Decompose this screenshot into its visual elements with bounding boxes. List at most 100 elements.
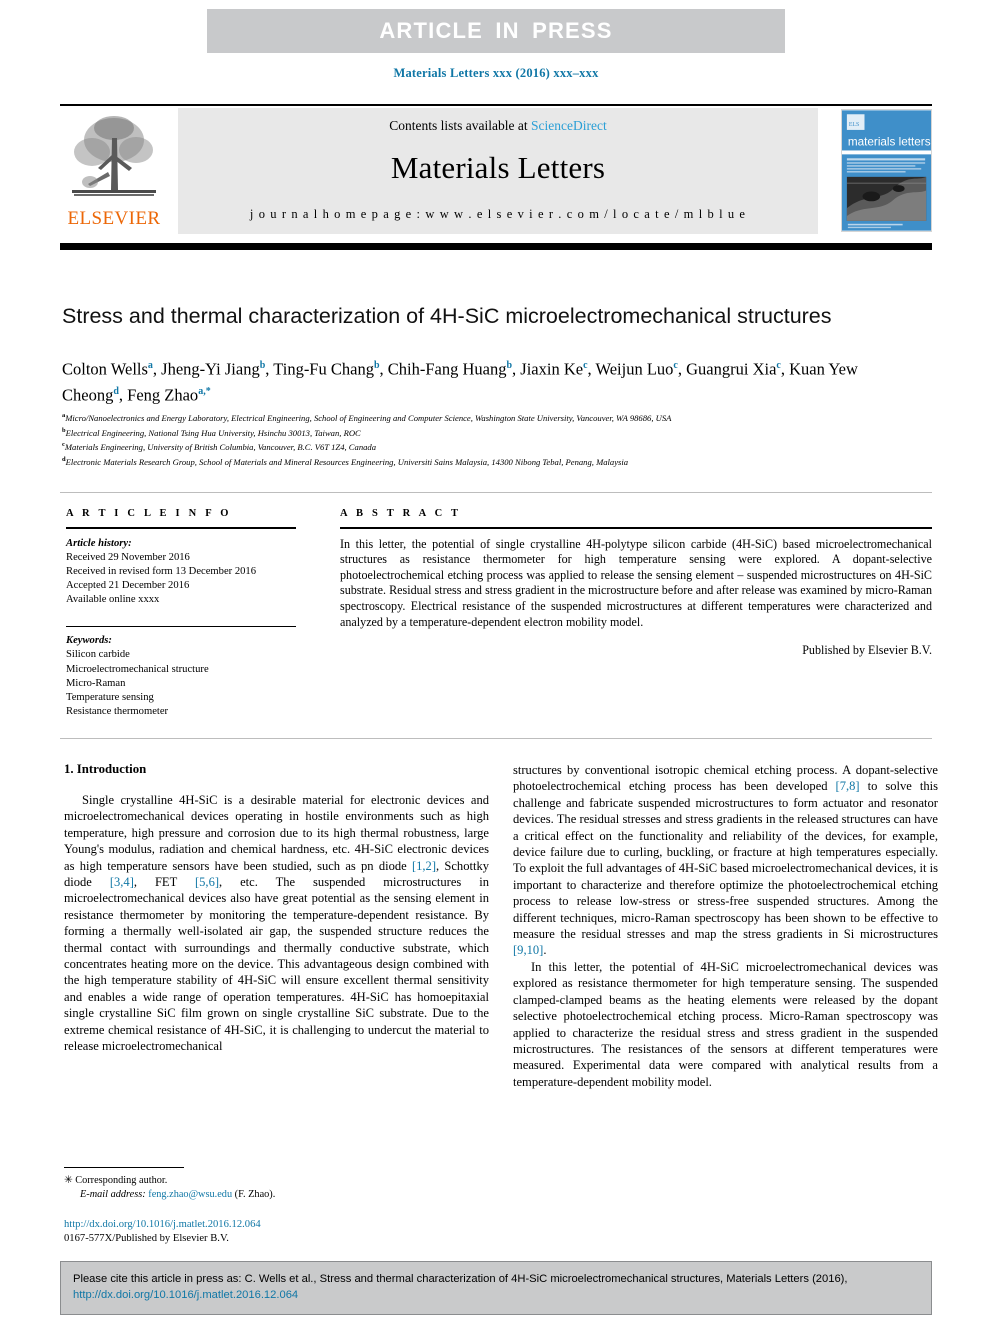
affiliation-item: dElectronic Materials Research Group, Sc…: [62, 454, 932, 469]
author-affiliation-marker: c: [673, 360, 678, 371]
author-affiliation-marker: a,*: [198, 385, 211, 397]
cover-artwork: ELS materials letters: [842, 110, 931, 231]
affiliation-text: Electrical Engineering, National Tsing H…: [65, 427, 361, 438]
affiliation-text: Electronic Materials Research Group, Sch…: [65, 456, 629, 467]
corresponding-author-line: ✳ Corresponding author.: [64, 1174, 489, 1188]
affiliation-text: Micro/Nanoelectronics and Energy Laborat…: [65, 412, 672, 423]
keywords-block: Keywords: Silicon carbide Microelectrome…: [66, 634, 296, 719]
article-info-column: A R T I C L E I N F O Article history: R…: [66, 508, 296, 719]
affiliation-text: Materials Engineering, University of Bri…: [64, 442, 377, 453]
svg-text:materials letters: materials letters: [848, 136, 931, 149]
citation-ref-3-4[interactable]: [3,4]: [110, 875, 134, 889]
keywords-rule: [66, 625, 296, 628]
contents-available-line: Contents lists available at ScienceDirec…: [178, 118, 818, 134]
email-line: E-mail address: feng.zhao@wsu.edu (F. Zh…: [64, 1188, 489, 1202]
author-affiliation-marker: b: [373, 360, 380, 371]
author-name: Ting-Fu Chang: [273, 359, 374, 379]
author-affiliation-marker: b: [506, 360, 513, 371]
body-column-right: structures by conventional isotropic che…: [513, 762, 938, 1090]
contents-prefix: Contents lists available at: [389, 118, 531, 133]
journal-cover-thumbnail: ELS materials letters: [841, 109, 932, 232]
keyword-item: Microelectromechanical structure: [66, 663, 209, 675]
article-in-press-banner: ARTICLE IN PRESS: [207, 9, 785, 53]
abstract-column: A B S T R A C T In this letter, the pote…: [340, 508, 932, 658]
journal-title: Materials Letters: [390, 150, 606, 185]
body-column-left: 1. Introduction Single crystalline 4H-Si…: [64, 762, 489, 1055]
author-affiliation-marker: d: [113, 385, 119, 397]
abstract-rule: [340, 527, 932, 529]
citation-ref-7-8[interactable]: [7,8]: [836, 779, 860, 793]
paragraph-intro-right-continued: structures by conventional isotropic che…: [513, 762, 938, 959]
doi-block: http://dx.doi.org/10.1016/j.matlet.2016.…: [64, 1218, 489, 1245]
paragraph-text: , FET: [133, 875, 195, 890]
section-heading-introduction: 1. Introduction: [64, 762, 147, 776]
affiliation-list: aMicro/Nanoelectronics and Energy Labora…: [62, 410, 932, 469]
paragraph-intro-left: Single crystalline 4H-SiC is a desirable…: [64, 792, 489, 1055]
asterisk-icon: ✳: [64, 1175, 73, 1186]
paragraph-text: .: [543, 943, 547, 958]
author-name: Feng Zhao: [127, 385, 199, 404]
author-affiliation-marker: c: [583, 360, 588, 371]
corresponding-author-email[interactable]: feng.zhao@wsu.edu: [148, 1189, 232, 1200]
keyword-item: Resistance thermometer: [66, 706, 169, 718]
cite-doi-link[interactable]: http://dx.doi.org/10.1016/j.matlet.2016.…: [73, 1289, 298, 1301]
history-item: Accepted 21 December 2016: [66, 580, 190, 592]
citation-ref-9-10[interactable]: [9,10]: [513, 943, 543, 957]
article-history-block: Article history: Received 29 November 20…: [66, 537, 296, 608]
author-name: Colton Wells: [62, 359, 148, 379]
info-band-top-rule: [60, 492, 932, 493]
affiliation-item: cMaterials Engineering, University of Br…: [62, 439, 932, 454]
history-item: Available online xxxx: [66, 594, 160, 606]
issn-copyright-line: 0167-577X/Published by Elsevier B.V.: [64, 1232, 229, 1244]
abstract-text: In this letter, the potential of single …: [340, 536, 932, 629]
author-list: Colton Wellsa, Jheng-Yi Jiangb, Ting-Fu …: [62, 359, 858, 405]
abstract-publisher: Published by Elsevier B.V.: [802, 643, 932, 658]
paragraph-text: to solve this challenge and fabricate su…: [513, 779, 938, 942]
paragraph-text: , etc. The suspended microstructures in …: [64, 875, 489, 1054]
elsevier-tree-icon: [72, 116, 156, 196]
journal-homepage-line: j o u r n a l h o m e p a g e : w w w . …: [249, 207, 747, 221]
article-history-label: Article history:: [66, 537, 132, 549]
email-label: E-mail address:: [80, 1188, 146, 1200]
keyword-item: Temperature sensing: [66, 692, 154, 704]
author-affiliation-marker: a: [147, 360, 153, 371]
history-item: Received 29 November 2016: [66, 551, 190, 563]
svg-text:ELS: ELS: [849, 122, 859, 128]
doi-link[interactable]: http://dx.doi.org/10.1016/j.matlet.2016.…: [64, 1219, 261, 1230]
keyword-item: Micro-Raman: [66, 677, 126, 689]
masthead-bottom-rule: [60, 243, 932, 250]
keyword-item: Silicon carbide: [66, 649, 130, 661]
cite-this-article-box: Please cite this article in press as: C.…: [60, 1261, 932, 1315]
paragraph-in-this-letter: In this letter, the potential of 4H-SiC …: [513, 959, 938, 1089]
author-name: Chih-Fang Huang: [387, 359, 507, 379]
article-in-press-label: ARTICLE IN PRESS: [379, 18, 613, 43]
affiliation-item: aMicro/Nanoelectronics and Energy Labora…: [62, 410, 932, 425]
affiliation-item: bElectrical Engineering, National Tsing …: [62, 425, 932, 440]
history-item: Received in revised form 13 December 201…: [66, 566, 257, 577]
email-suffix: (F. Zhao).: [232, 1188, 276, 1200]
keywords-label: Keywords:: [66, 635, 112, 647]
author-name: Jheng-Yi Jiang: [161, 359, 260, 379]
author-affiliation-marker: b: [259, 360, 266, 371]
elsevier-wordmark: ELSEVIER: [67, 208, 161, 229]
cite-text: Please cite this article in press as: C.…: [73, 1273, 848, 1285]
footnote-rule: [64, 1167, 184, 1169]
sciencedirect-link[interactable]: ScienceDirect: [531, 118, 607, 133]
author-name: Jiaxin Ke: [520, 359, 584, 379]
article-info-rule: [66, 527, 296, 529]
author-name: Weijun Luo: [595, 359, 674, 379]
corresponding-author-footnote: ✳ Corresponding author. E-mail address: …: [64, 1174, 489, 1201]
elsevier-logo: ELSEVIER: [60, 108, 168, 234]
masthead-center-panel: Contents lists available at ScienceDirec…: [178, 108, 818, 234]
article-info-heading: A R T I C L E I N F O: [66, 508, 232, 519]
info-band-bottom-rule: [60, 738, 932, 739]
author-name: Guangrui Xia: [686, 359, 777, 379]
masthead-top-rule: [60, 104, 932, 106]
citation-ref-1-2[interactable]: [1,2]: [412, 859, 436, 873]
page-title: Stress and thermal characterization of 4…: [62, 304, 832, 329]
journal-running-head: Materials Letters xxx (2016) xxx–xxx: [393, 66, 599, 80]
corresponding-author-label: Corresponding author.: [75, 1175, 168, 1186]
article-page: ARTICLE IN PRESS Materials Letters xxx (…: [0, 0, 992, 1323]
citation-ref-5-6[interactable]: [5,6]: [195, 875, 219, 889]
